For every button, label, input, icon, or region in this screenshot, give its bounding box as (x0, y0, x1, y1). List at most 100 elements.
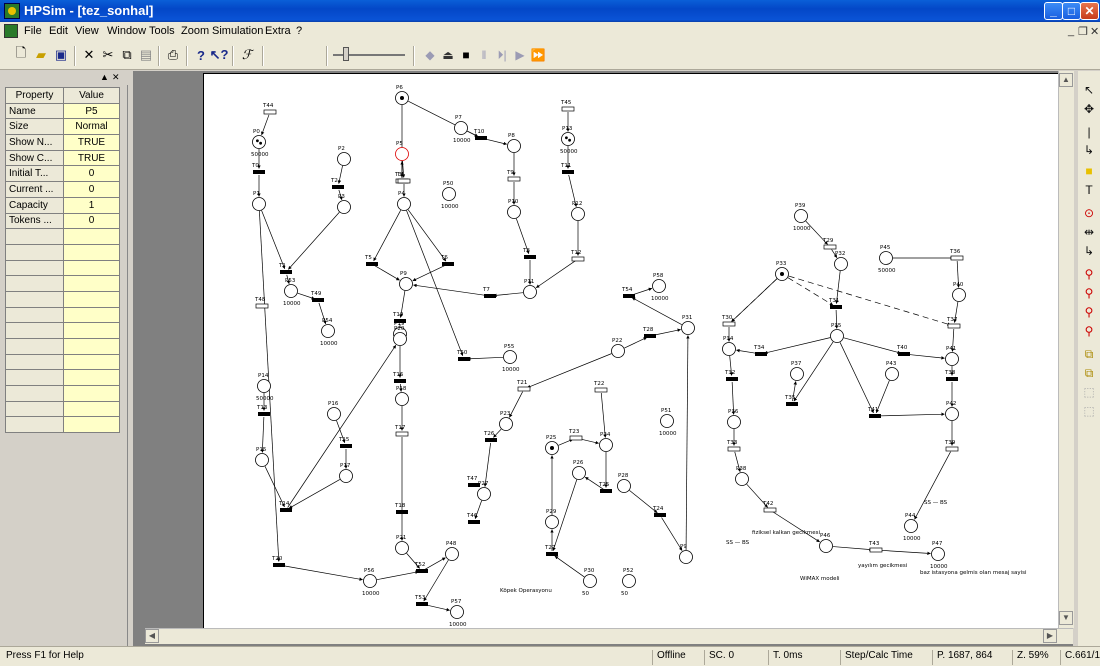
place[interactable] (395, 147, 409, 161)
fast-forward-icon[interactable]: ⏩ (530, 46, 546, 64)
place[interactable] (660, 414, 674, 428)
save-icon[interactable]: ▣ (52, 46, 70, 64)
transition[interactable] (562, 170, 574, 174)
place[interactable] (252, 135, 266, 149)
scroll-right-icon[interactable]: ▶ (1043, 629, 1057, 643)
transition[interactable] (600, 489, 612, 493)
timed-transition[interactable] (569, 435, 583, 441)
place[interactable] (622, 574, 636, 588)
menu-extra[interactable]: Extra (265, 25, 291, 37)
place[interactable] (445, 547, 459, 561)
context-help-icon[interactable]: ↖? (210, 46, 229, 64)
menu-view[interactable]: View (75, 25, 99, 37)
close-button[interactable]: ✕ (1080, 2, 1099, 20)
place[interactable] (337, 152, 351, 166)
place[interactable] (339, 469, 353, 483)
place[interactable] (561, 132, 575, 146)
arc[interactable] (552, 479, 578, 551)
menu-simulation[interactable]: Simulation (212, 25, 263, 37)
mdi-restore-button[interactable]: ❐ (1078, 25, 1088, 38)
place[interactable] (611, 344, 625, 358)
rectangle-tool-icon[interactable]: ■ (1080, 162, 1098, 180)
place[interactable] (834, 257, 848, 271)
arc[interactable] (423, 559, 449, 602)
timed-transition[interactable] (945, 446, 959, 452)
place[interactable] (395, 392, 409, 406)
eject-icon[interactable]: ⏏ (440, 46, 456, 64)
arc[interactable] (493, 292, 524, 298)
properties-icon[interactable]: ℱ (238, 46, 256, 64)
place[interactable] (545, 515, 559, 529)
arc[interactable] (261, 114, 270, 136)
menu-file[interactable]: File (24, 25, 42, 37)
ungroup-icon[interactable]: ⬚ (1080, 402, 1098, 420)
arc[interactable] (772, 511, 820, 543)
arc[interactable] (661, 517, 683, 551)
place[interactable] (454, 121, 468, 135)
arc[interactable] (406, 210, 464, 357)
place[interactable] (572, 466, 586, 480)
arc[interactable] (764, 337, 831, 355)
menu-zoom[interactable]: Zoom (181, 25, 209, 37)
timed-transition[interactable] (397, 178, 411, 184)
about-icon[interactable]: ? (192, 46, 210, 64)
transition[interactable] (312, 298, 324, 302)
arc[interactable] (878, 549, 931, 556)
arc[interactable] (408, 100, 479, 137)
transition[interactable] (623, 294, 635, 298)
arc-tool-icon[interactable]: ↳ (1080, 141, 1098, 159)
place[interactable] (442, 187, 456, 201)
transition[interactable] (416, 602, 428, 606)
prop-value[interactable]: 1 (63, 196, 120, 214)
timed-transition[interactable] (869, 547, 883, 553)
cut-icon[interactable]: ✂ (99, 46, 117, 64)
transition[interactable] (280, 270, 292, 274)
arc[interactable] (839, 342, 874, 414)
timed-transition[interactable] (263, 109, 277, 115)
place[interactable] (499, 417, 513, 431)
vertical-scrollbar[interactable]: ▲ ▼ (1058, 71, 1074, 628)
transition[interactable] (524, 255, 536, 259)
timed-transition[interactable] (763, 507, 777, 513)
arc[interactable] (261, 210, 286, 270)
open-folder-icon[interactable]: ▰ (32, 46, 50, 64)
timed-transition[interactable] (722, 321, 736, 327)
arc[interactable] (413, 283, 488, 296)
arc[interactable] (914, 451, 951, 520)
prop-value[interactable]: TRUE (63, 134, 120, 151)
transition[interactable] (458, 357, 470, 361)
arc[interactable] (424, 604, 450, 612)
place[interactable] (931, 547, 945, 561)
petri-net-diagram[interactable]: P6 P0 50000 P1 P2 P3 P4 P5 P7 10000 P8 P9 P10 P11 P12 P… (204, 74, 1067, 629)
transition[interactable] (546, 552, 558, 556)
prop-value[interactable]: Normal (63, 118, 120, 136)
transition[interactable] (332, 185, 344, 189)
arc[interactable] (685, 335, 690, 551)
stop-icon[interactable]: ■ (458, 46, 474, 64)
print-icon[interactable]: ⎙ (164, 46, 182, 64)
arc[interactable] (600, 392, 607, 438)
panel-pin-icon[interactable]: ▲ (100, 72, 109, 82)
arc[interactable] (407, 209, 447, 262)
timed-transition[interactable] (594, 387, 608, 393)
prop-value[interactable]: 0 (63, 181, 120, 198)
place[interactable] (599, 438, 613, 452)
transition[interactable] (644, 334, 656, 338)
align-icon[interactable]: ⧉ (1080, 345, 1098, 363)
delete-icon[interactable]: ✕ (80, 46, 98, 64)
place[interactable] (393, 332, 407, 346)
timed-transition[interactable] (561, 106, 575, 112)
place[interactable] (652, 279, 666, 293)
transition[interactable] (416, 569, 428, 573)
place[interactable] (507, 139, 521, 153)
step-forward-icon[interactable]: ⏵| (494, 46, 510, 64)
place[interactable] (337, 200, 351, 214)
arc[interactable] (535, 260, 576, 289)
panel-close-icon[interactable]: ✕ (112, 72, 120, 83)
transition[interactable] (468, 520, 480, 524)
transition[interactable] (786, 402, 798, 406)
place[interactable] (523, 285, 537, 299)
place[interactable] (257, 379, 271, 393)
transition[interactable] (366, 262, 378, 266)
timed-transition[interactable] (507, 176, 521, 182)
